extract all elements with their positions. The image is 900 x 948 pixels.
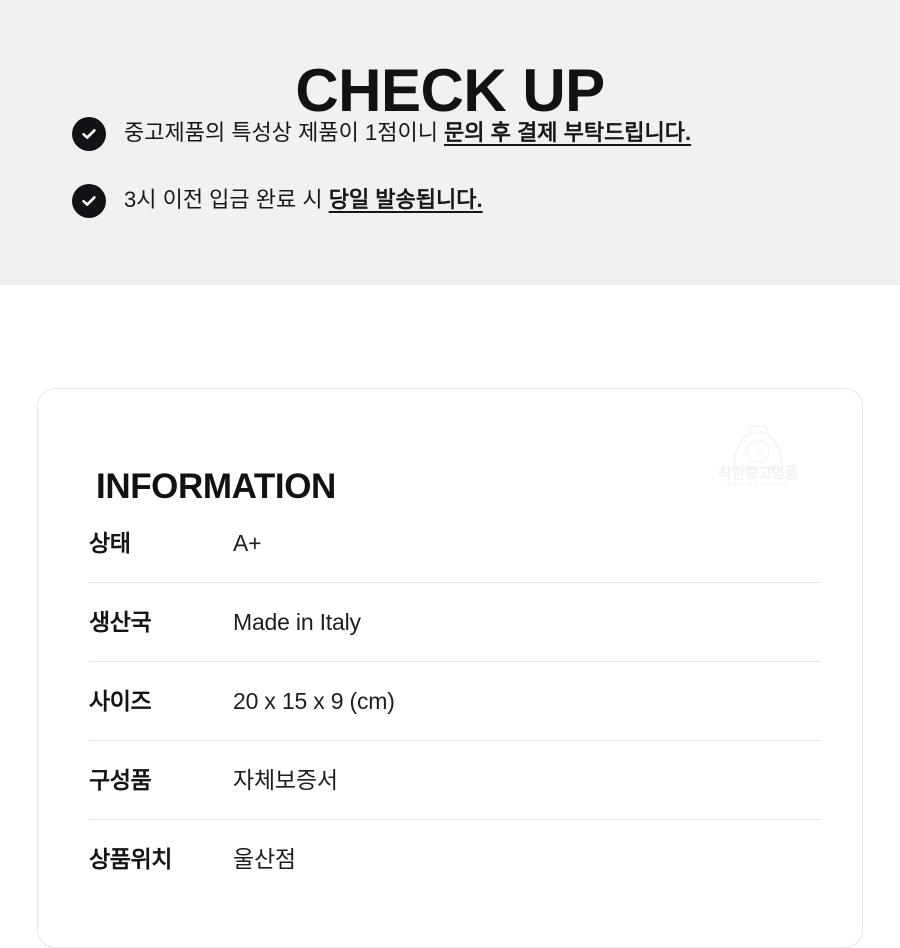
- table-row: 구성품 자체보증서: [89, 740, 820, 819]
- table-row: 사이즈 20 x 15 x 9 (cm): [89, 661, 820, 740]
- table-row: 상태 A+: [89, 504, 820, 582]
- brand-watermark: 착한중고명품 LUXURY GOODS: [698, 425, 818, 491]
- information-table: 상태 A+ 생산국 Made in Italy 사이즈 20 x 15 x 9 …: [89, 504, 820, 898]
- table-row-value: 20 x 15 x 9 (cm): [233, 688, 395, 714]
- checkup-notice-text-plain: 3시 이전 입금 완료 시: [124, 187, 329, 212]
- checkup-notice-text: 중고제품의 특성상 제품이 1점이니 문의 후 결제 부탁드립니다.: [124, 116, 691, 150]
- checkup-notice-text: 3시 이전 입금 완료 시 당일 발송됩니다.: [124, 183, 483, 217]
- check-circle-icon: [72, 117, 106, 151]
- information-heading: INFORMATION: [96, 467, 336, 507]
- table-row-label: 생산국: [89, 609, 152, 635]
- watch-clock-icon: [724, 425, 792, 469]
- watermark-brand-sub: LUXURY GOODS: [727, 482, 789, 488]
- table-row-label: 상품위치: [89, 846, 173, 872]
- check-circle-icon: [72, 184, 106, 218]
- table-row: 상품위치 울산점: [89, 819, 820, 898]
- checkup-notice-item: 3시 이전 입금 완료 시 당일 발송됩니다.: [72, 183, 872, 218]
- table-row-value: 울산점: [233, 846, 296, 872]
- checkup-notice-list: 중고제품의 특성상 제품이 1점이니 문의 후 결제 부탁드립니다. 3시 이전…: [72, 116, 872, 250]
- table-row-label: 사이즈: [89, 688, 152, 714]
- checkup-section: CHECK UP 중고제품의 특성상 제품이 1점이니 문의 후 결제 부탁드립…: [0, 0, 900, 285]
- table-row-value: A+: [233, 530, 262, 556]
- information-card: INFORMATION 착한중고명품 LUXURY GOODS 상태 A+ 생산…: [37, 388, 863, 948]
- table-row-value: Made in Italy: [233, 609, 361, 635]
- table-row-label: 구성품: [89, 767, 152, 793]
- checkup-notice-text-plain: 중고제품의 특성상 제품이 1점이니: [124, 120, 445, 145]
- table-row: 생산국 Made in Italy: [89, 582, 820, 661]
- table-row-label: 상태: [89, 530, 131, 556]
- checkup-notice-text-emphasis: 당일 발송됩니다.: [328, 187, 483, 212]
- watermark-brand-name: 착한중고명품: [718, 465, 798, 482]
- checkup-notice-item: 중고제품의 특성상 제품이 1점이니 문의 후 결제 부탁드립니다.: [72, 116, 872, 151]
- checkup-notice-text-emphasis: 문의 후 결제 부탁드립니다.: [444, 120, 692, 145]
- table-row-value: 자체보증서: [233, 767, 338, 793]
- section-spacer: [0, 285, 900, 388]
